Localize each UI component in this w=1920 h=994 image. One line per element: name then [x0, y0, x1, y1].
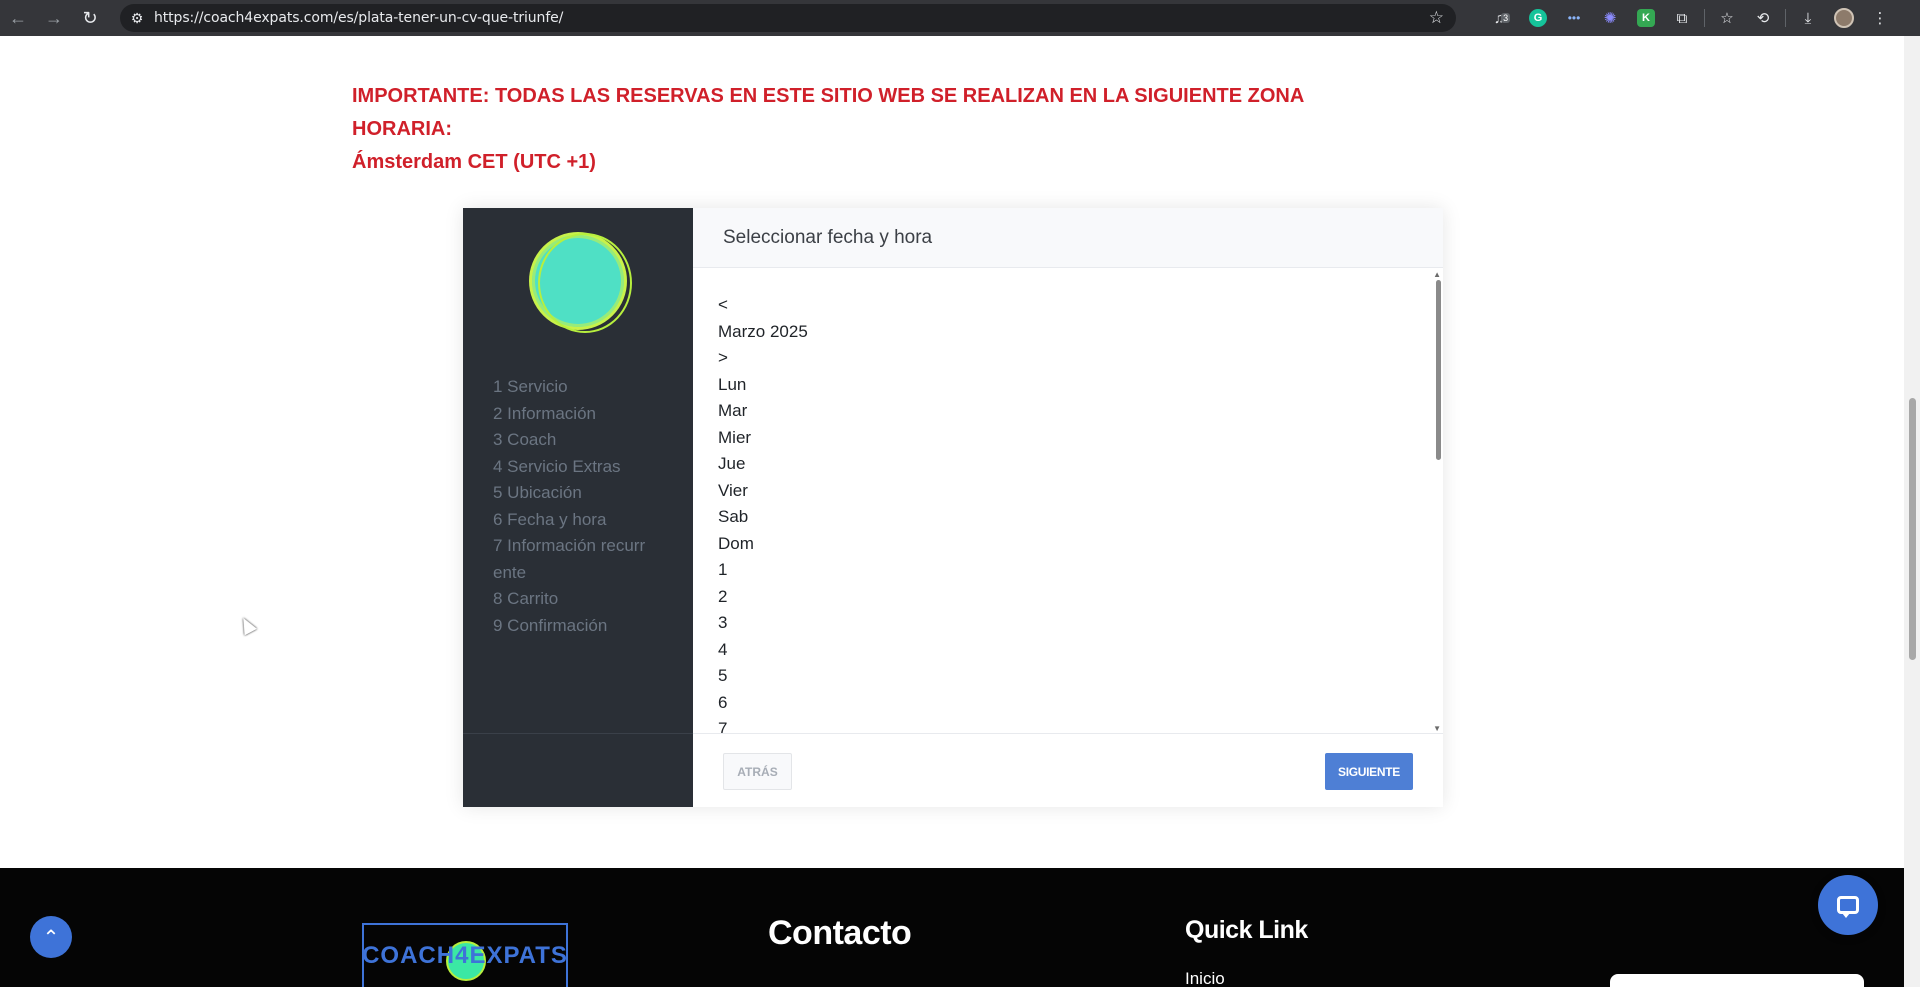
k-extension-icon[interactable]: K — [1628, 0, 1664, 36]
calendar-day[interactable]: 4 — [718, 637, 808, 664]
timezone-notice-line1: IMPORTANTE: TODAS LAS RESERVAS EN ESTE S… — [352, 85, 1304, 140]
calendar-day[interactable]: 1 — [718, 557, 808, 584]
calendar-scroll-thumb[interactable] — [1436, 280, 1441, 460]
profile-avatar[interactable] — [1826, 0, 1862, 36]
footer-logo[interactable]: COACH4EXPATS — [362, 923, 568, 987]
calendar-day[interactable]: 7 — [718, 716, 808, 733]
calendar-month-label: Marzo 2025 — [718, 321, 808, 341]
contact-heading: Contacto — [768, 914, 912, 952]
grammarly-icon[interactable]: G — [1520, 0, 1556, 36]
step-item: 8 Carrito — [493, 589, 559, 608]
step-item: 6 Fecha y hora — [493, 509, 607, 529]
back-button[interactable]: ATRÁS — [723, 753, 792, 790]
menu-kebab-icon[interactable]: ⋮ — [1862, 0, 1898, 36]
booking-header-title: Seleccionar fecha y hora — [723, 226, 933, 248]
next-button[interactable]: SIGUIENTE — [1325, 753, 1413, 790]
url-text[interactable]: https://coach4expats.com/es/plata-tener-… — [154, 10, 563, 26]
step-item: 3 Coach — [493, 430, 557, 449]
weekday-label: Sab — [718, 507, 749, 526]
booking-steps: 1 Servicio 2 Información 3 Coach 4 Servi… — [493, 374, 673, 639]
weekday-label: Lun — [718, 374, 747, 394]
page-viewport: IMPORTANTE: TODAS LAS RESERVAS EN ESTE S… — [0, 36, 1904, 987]
page-scrollbar[interactable] — [1904, 36, 1920, 987]
chat-bubble-icon — [1837, 896, 1859, 918]
history-icon[interactable]: ⟲ — [1745, 0, 1781, 36]
weekday-label: Mier — [718, 427, 752, 447]
bookmark-star-icon[interactable]: ☆ — [1429, 8, 1444, 28]
reload-icon[interactable]: ↻ — [72, 0, 108, 36]
quick-link-heading: Quick Link — [1185, 916, 1308, 944]
booking-footer: ATRÁS SIGUIENTE — [693, 733, 1443, 807]
scroll-down-arrow-icon[interactable]: ▼ — [1433, 724, 1441, 733]
weekday-label: Jue — [718, 454, 746, 473]
site-footer: ⌃ COACH4EXPATS Contacto Quick Link Inici… — [0, 868, 1904, 994]
step-item: 1 Servicio — [493, 377, 568, 396]
calendar-panel[interactable]: < Marzo 2025 > Lun Mar Mier Jue Vier Sab… — [693, 268, 1443, 733]
booking-widget: 1 Servicio 2 Información 3 Coach 4 Servi… — [463, 208, 1443, 807]
step-item: 5 Ubicación — [493, 483, 582, 502]
booking-sidebar: 1 Servicio 2 Información 3 Coach 4 Servi… — [463, 208, 693, 807]
calendar-day[interactable]: 3 — [718, 610, 808, 637]
next-month-button[interactable]: > — [718, 345, 808, 372]
booking-header: Seleccionar fecha y hora — [693, 208, 1443, 268]
puzzle-icon[interactable]: ⧉ — [1664, 0, 1700, 36]
scroll-to-top-button[interactable]: ⌃ — [30, 916, 72, 958]
back-icon[interactable]: ← — [0, 0, 36, 36]
chat-button[interactable] — [1818, 875, 1878, 935]
prev-month-button[interactable]: < — [718, 292, 808, 319]
booking-main: Seleccionar fecha y hora < Marzo 2025 > … — [693, 208, 1443, 807]
calendar-list: < Marzo 2025 > Lun Mar Mier Jue Vier Sab… — [718, 292, 808, 733]
site-info-icon[interactable]: ⚙ — [120, 10, 154, 27]
step-item: 7 Información recurr ente — [493, 536, 646, 582]
bookmarks-icon[interactable]: ☆ — [1709, 0, 1745, 36]
chevron-up-icon: ⌃ — [42, 926, 60, 949]
timezone-notice-line2: Ámsterdam CET (UTC +1) — [352, 151, 596, 173]
calendar-day[interactable]: 2 — [718, 584, 808, 611]
dots-extension-icon[interactable]: ••• — [1556, 0, 1592, 36]
calendar-scrollbar[interactable]: ▲ ▼ — [1433, 268, 1443, 733]
gear-extension-icon[interactable]: ✺ — [1592, 0, 1628, 36]
scroll-up-arrow-icon[interactable]: ▲ — [1433, 270, 1441, 279]
footer-logo-text: COACH4EXPATS — [362, 942, 568, 969]
weekday-label: Dom — [718, 533, 754, 553]
calendar-day[interactable]: 5 — [718, 663, 808, 690]
page-scroll-thumb[interactable] — [1909, 398, 1916, 660]
toolbar-divider — [1785, 9, 1786, 27]
extensions-bar: ♫ 3 G ••• ✺ K ⧉ ☆ ⟲ ⤓ ⋮ — [1484, 0, 1898, 36]
address-bar[interactable]: ⚙ https://coach4expats.com/es/plata-tene… — [120, 4, 1456, 32]
extension-badge-icon[interactable]: ♫ 3 — [1484, 0, 1520, 36]
step-item: 2 Información — [493, 403, 596, 423]
footer-link-inicio[interactable]: Inicio — [1185, 969, 1225, 989]
weekday-label: Mar — [718, 401, 748, 420]
brand-logo-circle — [529, 232, 632, 333]
browser-toolbar: ← → ↻ ⚙ https://coach4expats.com/es/plat… — [0, 0, 1920, 36]
sidebar-footer — [463, 733, 693, 807]
calendar-day[interactable]: 6 — [718, 690, 808, 717]
footer-widget-box — [1610, 974, 1864, 994]
timezone-notice: IMPORTANTE: TODAS LAS RESERVAS EN ESTE S… — [352, 80, 1352, 179]
download-icon[interactable]: ⤓ — [1790, 0, 1826, 36]
step-item: 9 Confirmación — [493, 615, 608, 635]
mouse-cursor-icon — [237, 614, 257, 636]
step-item: 4 Servicio Extras — [493, 456, 621, 476]
forward-icon[interactable]: → — [36, 0, 72, 36]
weekday-label: Vier — [718, 480, 748, 500]
toolbar-divider — [1704, 9, 1705, 27]
